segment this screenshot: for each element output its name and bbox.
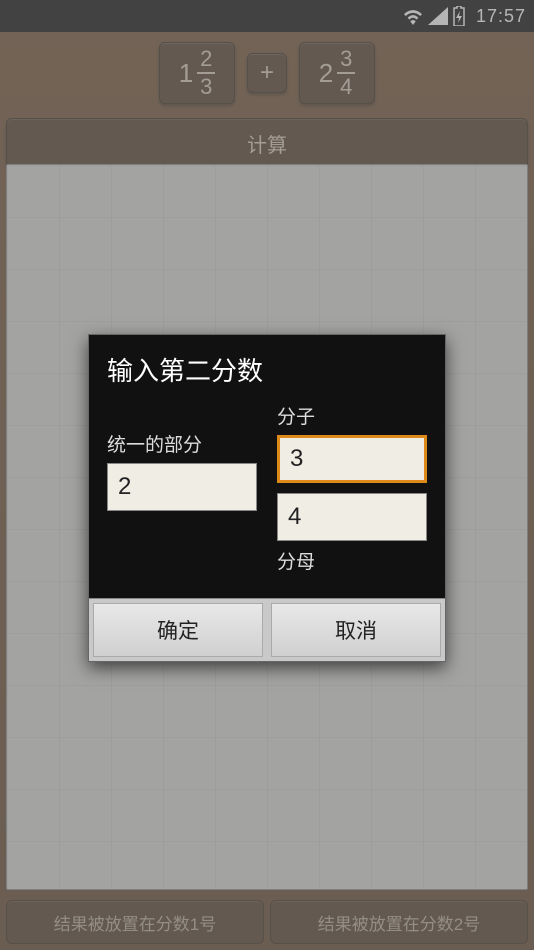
dialog-button-row: 确定 取消 [89,598,445,661]
whole-part-input[interactable] [107,463,257,511]
ok-label: 确定 [157,615,199,645]
cancel-button[interactable]: 取消 [271,603,441,657]
ok-button[interactable]: 确定 [93,603,263,657]
whole-part-label: 统一的部分 [107,430,257,457]
input-fraction-dialog: 输入第二分数 统一的部分 分子 分母 确定 取消 [88,334,446,662]
numerator-label: 分子 [277,402,427,429]
dialog-title: 输入第二分数 [89,335,445,402]
cancel-label: 取消 [335,615,377,645]
denominator-input[interactable] [277,493,427,541]
denominator-label: 分母 [277,547,427,574]
numerator-input[interactable] [277,435,427,483]
